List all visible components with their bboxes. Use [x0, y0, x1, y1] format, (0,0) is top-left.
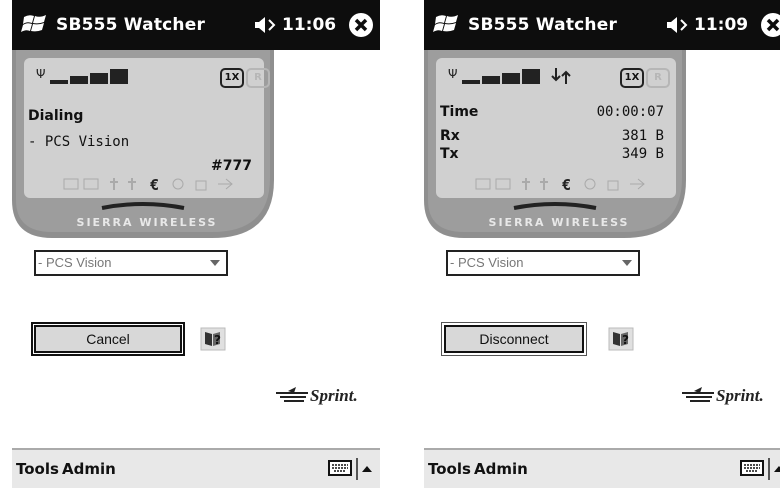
keyboard-icon[interactable] [328, 460, 352, 476]
sprint-logo: Sprint. [274, 382, 358, 412]
rx-label: Rx [440, 128, 460, 144]
windows-start-icon[interactable] [20, 9, 50, 39]
close-icon[interactable] [348, 12, 374, 38]
tx-label: Tx [440, 146, 459, 162]
brand-label: SIERRA WIRELESS [488, 216, 630, 229]
keyboard-icon[interactable] [740, 460, 764, 476]
title-bar: SB555 Watcher 11:09 [424, 0, 780, 50]
menu-tools[interactable]: Tools [16, 460, 59, 478]
connection-select[interactable]: - PCS Vision [34, 250, 228, 276]
rx-row: Rx 381 B [440, 128, 664, 144]
1x-badge: 1X [620, 68, 644, 88]
connection-name: - PCS Vision [28, 134, 130, 150]
connection-select-value: - PCS Vision [450, 255, 524, 270]
svg-text:€: € [562, 176, 571, 192]
dialed-number: #777 [211, 158, 252, 174]
device-screen-dialing: SB555 Watcher 11:06 Ψ 1X R Dialing - PCS… [12, 0, 380, 488]
elapsed-time-value: 00:00:07 [596, 104, 664, 120]
roaming-badge: R [646, 68, 670, 88]
rx-value: 381 B [621, 128, 664, 144]
chevron-down-icon[interactable] [622, 260, 632, 266]
help-book-icon[interactable]: ? [608, 327, 634, 351]
menu-bar: Tools Admin [12, 448, 380, 488]
title-bar: SB555 Watcher 11:06 [12, 0, 380, 50]
connection-select-value: - PCS Vision [38, 255, 112, 270]
menu-separator [768, 458, 770, 480]
svg-text:?: ? [622, 333, 629, 347]
speaker-icon[interactable] [252, 14, 280, 36]
windows-start-icon[interactable] [432, 9, 462, 39]
device-screen-connected: SB555 Watcher 11:09 Ψ 1X R Time 00:00:07… [424, 0, 780, 488]
status-icons-row: € [475, 176, 645, 192]
lcd-display: Ψ 1X R Time 00:00:07 Rx 381 B Tx 349 B € [436, 58, 676, 198]
tx-row: Tx 349 B [440, 146, 664, 162]
menu-tools[interactable]: Tools [428, 460, 471, 478]
close-icon[interactable] [760, 12, 780, 38]
clock: 11:06 [282, 15, 337, 35]
app-title: SB555 Watcher [468, 15, 618, 35]
sprint-wing-icon [276, 387, 308, 402]
menu-separator [356, 458, 358, 480]
sprint-logo: Sprint. [680, 382, 764, 412]
brand-label: SIERRA WIRELESS [76, 216, 218, 229]
elapsed-time-label: Time [440, 104, 479, 120]
roaming-badge: R [246, 68, 270, 88]
svg-text:Ψ: Ψ [36, 67, 45, 81]
1x-badge: 1X [220, 68, 244, 88]
lcd-display: Ψ 1X R Dialing - PCS Vision #777 € [24, 58, 270, 198]
menu-bar: Tools Admin [424, 448, 780, 488]
status-text: Dialing [28, 108, 84, 124]
svg-text:Ψ: Ψ [448, 67, 457, 81]
help-book-icon[interactable]: ? [200, 327, 226, 351]
signal-strength-icon: Ψ [448, 67, 571, 84]
app-title: SB555 Watcher [56, 15, 206, 35]
svg-text:€: € [150, 176, 159, 192]
tx-value: 349 B [621, 146, 664, 162]
clock: 11:09 [694, 15, 749, 35]
signal-strength-icon: Ψ [36, 67, 128, 84]
chevron-down-icon[interactable] [210, 260, 220, 266]
speaker-icon[interactable] [664, 14, 692, 36]
connection-select[interactable]: - PCS Vision [446, 250, 640, 276]
elapsed-time-row: Time 00:00:07 [440, 104, 664, 120]
menu-admin[interactable]: Admin [474, 460, 528, 478]
sprint-wing-icon [682, 387, 714, 402]
status-icons-row: € [63, 176, 233, 192]
input-menu-arrow-icon[interactable] [362, 466, 372, 472]
svg-text:?: ? [214, 333, 221, 347]
disconnect-button[interactable]: Disconnect [441, 322, 587, 356]
menu-admin[interactable]: Admin [62, 460, 116, 478]
carrier-name: Sprint. [310, 386, 358, 405]
input-menu-arrow-icon[interactable] [774, 466, 780, 472]
carrier-name: Sprint. [716, 386, 764, 405]
cancel-button[interactable]: Cancel [31, 322, 185, 356]
